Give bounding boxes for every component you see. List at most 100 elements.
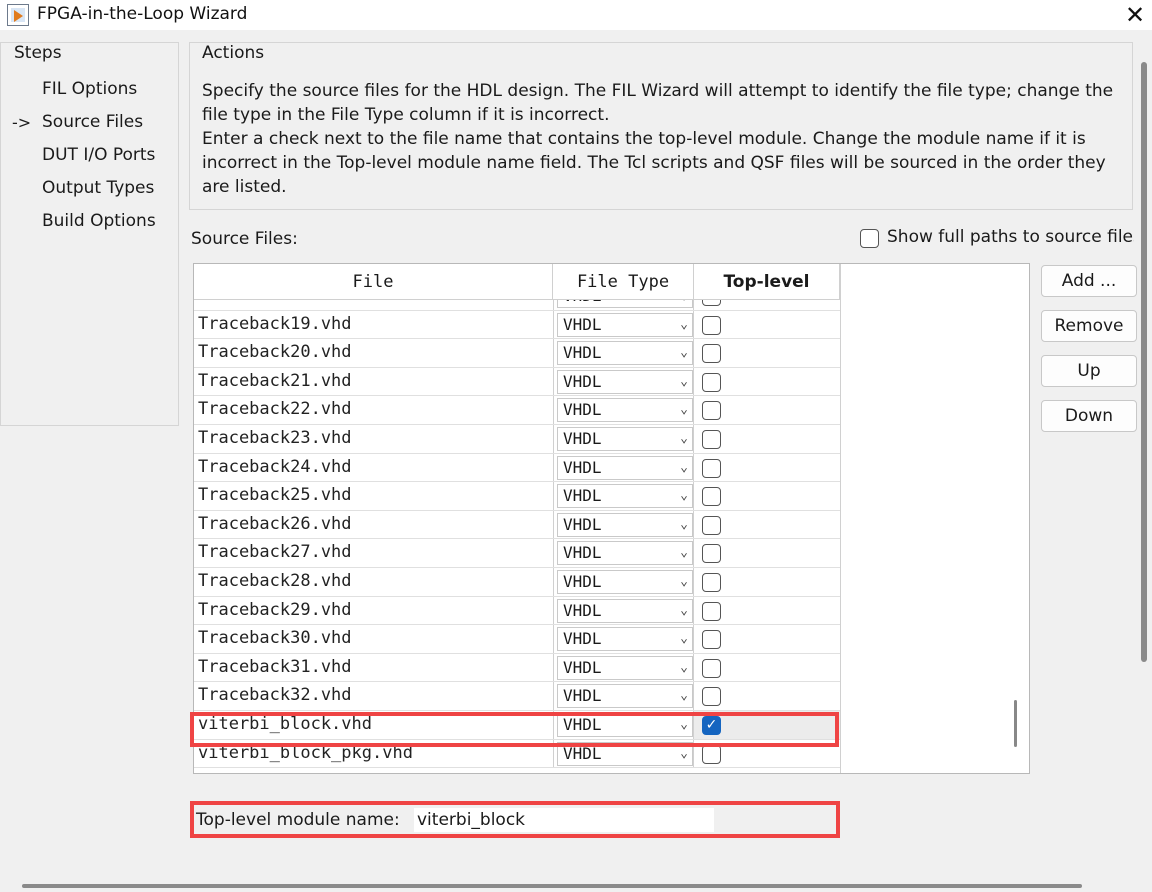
top-level-checkbox[interactable] [702,315,721,335]
table-row[interactable]: Traceback25.vhd VHDL ⌄ [194,482,840,511]
file-name: Traceback24.vhd [198,456,352,477]
column-header-file[interactable]: File [194,264,553,300]
column-header-top-level[interactable]: Top-level [694,264,840,300]
file-type-select[interactable]: VHDL ⌄ [557,684,693,709]
top-level-checkbox[interactable] [702,344,721,364]
file-type-select[interactable]: VHDL ⌄ [557,741,693,766]
source-files-table: File File Type Top-level Traceback18.vhd… [193,263,1030,774]
file-type-value: VHDL [563,314,602,334]
file-type-select[interactable]: VHDL ⌄ [557,569,693,594]
file-type-select[interactable]: VHDL ⌄ [557,541,693,566]
file-type-cell: VHDL ⌄ [553,424,694,453]
file-type-cell: VHDL ⌄ [553,453,694,482]
table-scrollbar[interactable] [1014,700,1017,747]
file-type-value: VHDL [563,343,602,363]
actions-panel: Actions Specify the source files for the… [189,42,1133,210]
table-row[interactable]: viterbi_block.vhd VHDL ⌄ ✓ [194,710,840,740]
add-button[interactable]: Add ... [1041,265,1137,297]
top-level-checkbox[interactable] [702,601,721,621]
file-type-select[interactable]: VHDL ⌄ [557,398,693,423]
top-level-checkbox[interactable] [702,572,721,592]
show-full-paths-checkbox[interactable]: Show full paths to source files [858,226,1134,252]
table-row[interactable]: Traceback26.vhd VHDL ⌄ [194,510,840,540]
actions-title: Actions [202,43,265,63]
table-row[interactable]: Traceback31.vhd VHDL ⌄ [194,653,840,683]
step-dut-io-ports[interactable]: DUT I/O Ports [42,145,155,165]
file-name: Traceback32.vhd [198,685,352,706]
top-level-checkbox[interactable] [702,429,721,449]
step-fil-options[interactable]: FIL Options [42,79,137,99]
chevron-down-icon: ⌄ [680,573,688,589]
top-level-checkbox[interactable] [702,687,721,707]
file-type-value: VHDL [563,743,602,763]
up-button[interactable]: Up [1041,355,1137,387]
file-type-cell: VHDL ⌄ [553,739,694,768]
file-type-select[interactable]: VHDL ⌄ [557,627,693,652]
file-type-select[interactable]: VHDL ⌄ [557,312,693,337]
file-type-select[interactable]: VHDL ⌄ [557,369,693,394]
file-name: Traceback29.vhd [198,599,352,620]
step-build-options[interactable]: Build Options [42,211,156,231]
top-level-checkbox[interactable] [702,544,721,564]
file-type-select[interactable]: VHDL ⌄ [557,512,693,537]
column-header-file-type[interactable]: File Type [553,264,694,300]
file-name: viterbi_block_pkg.vhd [198,742,413,763]
remove-button[interactable]: Remove [1041,310,1137,342]
chevron-down-icon: ⌄ [680,402,688,418]
file-type-select[interactable]: VHDL ⌄ [557,300,693,308]
file-type-value: VHDL [563,543,602,563]
table-row[interactable]: Traceback18.vhd VHDL ⌄ [194,300,840,311]
file-name: Traceback31.vhd [198,656,352,677]
table-row[interactable]: Traceback32.vhd VHDL ⌄ [194,682,840,711]
module-name-input[interactable]: viterbi_block [414,808,714,832]
file-type-select[interactable]: VHDL ⌄ [557,598,693,623]
top-level-checkbox[interactable] [702,372,721,392]
top-level-checkbox[interactable] [702,300,721,306]
file-name: Traceback18.vhd [198,300,352,305]
horizontal-scrollbar[interactable] [22,884,1082,888]
table-row[interactable]: Traceback20.vhd VHDL ⌄ [194,339,840,368]
file-type-cell: VHDL ⌄ [553,300,694,310]
table-row[interactable]: Traceback30.vhd VHDL ⌄ [194,625,840,654]
file-type-select[interactable]: VHDL ⌄ [557,712,693,737]
top-level-checkbox[interactable] [702,401,721,421]
file-name: Traceback19.vhd [198,313,352,334]
table-row[interactable]: Traceback29.vhd VHDL ⌄ [194,596,840,626]
file-type-select[interactable]: VHDL ⌄ [557,341,693,366]
file-type-select[interactable]: VHDL ⌄ [557,455,693,480]
file-type-value: VHDL [563,457,602,477]
table-row[interactable]: Traceback23.vhd VHDL ⌄ [194,424,840,454]
table-row[interactable]: Traceback28.vhd VHDL ⌄ [194,567,840,597]
actions-line-2: Enter a check next to the file name that… [202,129,1106,197]
table-row[interactable]: Traceback24.vhd VHDL ⌄ [194,453,840,483]
file-type-select[interactable]: VHDL ⌄ [557,426,693,451]
top-level-checkbox[interactable] [702,630,721,650]
vertical-scrollbar[interactable] [1141,62,1147,662]
top-level-checkbox[interactable] [702,458,721,478]
file-name: Traceback30.vhd [198,628,352,649]
top-level-checkbox[interactable]: ✓ [702,715,721,735]
file-type-select[interactable]: VHDL ⌄ [557,655,693,680]
file-type-select[interactable]: VHDL ⌄ [557,484,693,509]
file-name: Traceback23.vhd [198,427,352,448]
table-row[interactable]: Traceback19.vhd VHDL ⌄ [194,310,840,340]
checkbox-icon[interactable] [860,229,879,248]
file-type-cell: VHDL ⌄ [553,396,694,424]
table-row[interactable]: Traceback21.vhd VHDL ⌄ [194,367,840,397]
chevron-down-icon: ⌄ [680,688,688,704]
table-row[interactable]: Traceback22.vhd VHDL ⌄ [194,396,840,425]
chevron-down-icon: ⌄ [680,516,688,532]
top-level-checkbox[interactable] [702,744,721,764]
table-row[interactable]: Traceback27.vhd VHDL ⌄ [194,539,840,568]
file-type-cell: VHDL ⌄ [553,367,694,396]
top-level-checkbox[interactable] [702,658,721,678]
table-row[interactable]: viterbi_block_pkg.vhd VHDL ⌄ [194,739,840,769]
step-output-types[interactable]: Output Types [42,178,154,198]
file-name: viterbi_block.vhd [198,713,372,734]
top-level-checkbox[interactable] [702,487,721,507]
step-source-files[interactable]: Source Files [42,112,143,132]
down-button[interactable]: Down [1041,400,1137,432]
file-name: Traceback27.vhd [198,542,352,563]
close-icon[interactable]: ✕ [1122,2,1148,28]
top-level-checkbox[interactable] [702,515,721,535]
